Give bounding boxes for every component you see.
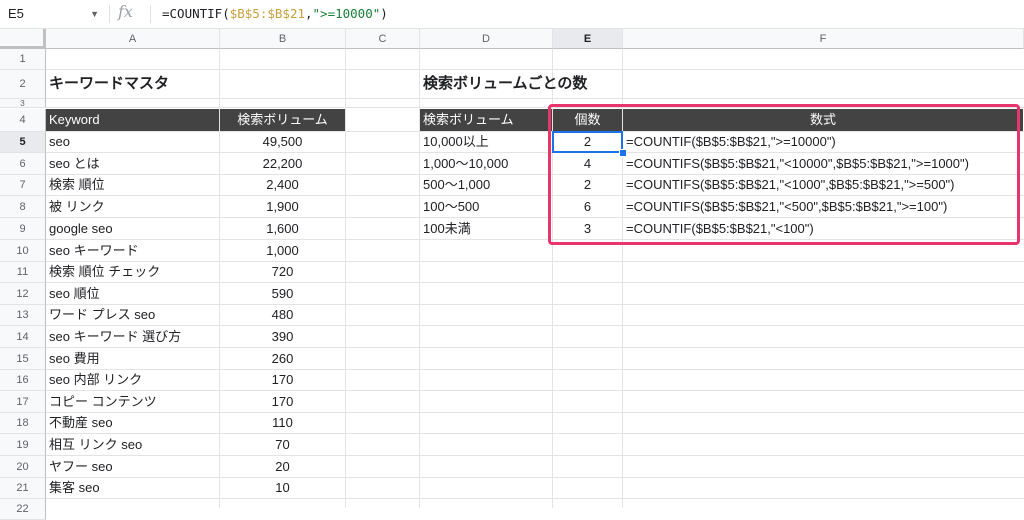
row-header-7[interactable]: 7 [0,175,46,196]
grid-line [46,98,1024,99]
row-header-12[interactable]: 12 [0,283,46,305]
row-header-4[interactable]: 4 [0,109,46,132]
range-cell[interactable]: 100〜500 [420,196,552,217]
divider [150,5,151,23]
volume-cell[interactable]: 720 [220,262,345,282]
keyword-cell[interactable]: seo とは [46,153,219,174]
volume-cell[interactable]: 260 [220,348,345,369]
keyword-cell[interactable]: google seo [46,218,219,239]
row-header-15[interactable]: 15 [0,348,46,370]
name-box[interactable]: E5 ▼ [8,0,103,28]
row-header-21[interactable]: 21 [0,478,46,499]
row-header-20[interactable]: 20 [0,456,46,478]
keyword-cell[interactable]: 相互 リンク seo [46,434,219,455]
volume-cell[interactable]: 1,600 [220,218,345,239]
keyword-cell[interactable]: 不動産 seo [46,413,219,433]
divider [109,5,110,23]
keyword-cell[interactable]: seo 内部 リンク [46,370,219,390]
row-header-1[interactable]: 1 [0,49,46,70]
formula-comma: , [305,6,313,21]
volume-cell[interactable]: 10 [220,478,345,498]
header-volume[interactable]: 検索ボリューム [220,109,345,131]
grid-line [345,49,346,508]
name-box-value: E5 [8,6,24,21]
keyword-cell[interactable]: seo [46,132,219,152]
header-range[interactable]: 検索ボリューム [420,109,552,131]
volume-cell[interactable]: 590 [220,283,345,304]
column-header-a[interactable]: A [46,29,220,49]
keyword-cell[interactable]: seo キーワード 選び方 [46,326,219,347]
keyword-cell[interactable]: seo キーワード [46,240,219,261]
row-header-13[interactable]: 13 [0,305,46,326]
column-header-b[interactable]: B [220,29,346,49]
highlight-box [548,104,1020,245]
row-header-22[interactable]: 22 [0,499,46,520]
volume-cell[interactable]: 2,400 [220,175,345,195]
keyword-cell[interactable]: 集客 seo [46,478,219,498]
select-all-corner[interactable] [0,29,46,49]
volume-cell[interactable]: 170 [220,370,345,390]
row-header-10[interactable]: 10 [0,240,46,262]
formula-suffix: ) [380,6,388,21]
volume-cell[interactable]: 22,200 [220,153,345,174]
left-table-title[interactable]: キーワードマスタ [46,70,219,98]
volume-cell[interactable]: 1,900 [220,196,345,217]
volume-cell[interactable]: 170 [220,391,345,412]
row-header-6[interactable]: 6 [0,153,46,175]
row-header-8[interactable]: 8 [0,196,46,218]
row-header-17[interactable]: 17 [0,391,46,413]
row-header-19[interactable]: 19 [0,434,46,456]
range-cell[interactable]: 500〜1,000 [420,175,552,195]
formula-bar: E5 ▼ fx =COUNTIF($B$5:$B$21,">=10000") [0,0,1024,29]
keyword-cell[interactable]: 検索 順位 [46,175,219,195]
sheet-grid[interactable]: キーワードマスタ 検索ボリュームごとの数 Keyword 検索ボリューム 検索ボリューム… [46,49,1024,508]
range-cell[interactable]: 10,000以上 [420,132,552,152]
keyword-cell[interactable]: ワード プレス seo [46,305,219,325]
chevron-down-icon[interactable]: ▼ [90,0,99,28]
row-header-18[interactable]: 18 [0,413,46,434]
row-header-2[interactable]: 2 [0,70,46,99]
row-header-9[interactable]: 9 [0,218,46,240]
range-cell[interactable]: 100未満 [420,218,552,239]
grid-line [46,498,1024,499]
row-header-5[interactable]: 5 [0,132,46,153]
column-header-f[interactable]: F [623,29,1024,49]
formula-prefix: =COUNTIF( [162,6,230,21]
keyword-cell[interactable]: コピー コンテンツ [46,391,219,412]
header-keyword[interactable]: Keyword [46,109,219,131]
formula-criteria: ">=10000" [312,6,381,21]
volume-cell[interactable]: 480 [220,305,345,325]
volume-cell[interactable]: 70 [220,434,345,455]
volume-cell[interactable]: 110 [220,413,345,433]
row-header-14[interactable]: 14 [0,326,46,348]
row-header-11[interactable]: 11 [0,262,46,283]
keyword-cell[interactable]: ヤフー seo [46,456,219,477]
column-header-e[interactable]: E [553,29,623,49]
right-table-title[interactable]: 検索ボリュームごとの数 [420,70,622,98]
function-icon: fx [118,2,133,21]
volume-cell[interactable]: 1,000 [220,240,345,261]
column-header-d[interactable]: D [420,29,553,49]
volume-cell[interactable]: 390 [220,326,345,347]
formula-input[interactable]: =COUNTIF($B$5:$B$21,">=10000") [162,0,388,28]
row-header-3[interactable]: 3 [0,99,46,108]
volume-cell[interactable]: 20 [220,456,345,477]
column-header-c[interactable]: C [346,29,420,49]
range-cell[interactable]: 1,000〜10,000 [420,153,552,174]
row-header-16[interactable]: 16 [0,370,46,391]
keyword-cell[interactable]: seo 順位 [46,283,219,304]
formula-range-ref: $B$5:$B$21 [229,6,305,21]
keyword-cell[interactable]: 被 リンク [46,196,219,217]
keyword-cell[interactable]: seo 費用 [46,348,219,369]
keyword-cell[interactable]: 検索 順位 チェック [46,262,219,282]
volume-cell[interactable]: 49,500 [220,132,345,152]
